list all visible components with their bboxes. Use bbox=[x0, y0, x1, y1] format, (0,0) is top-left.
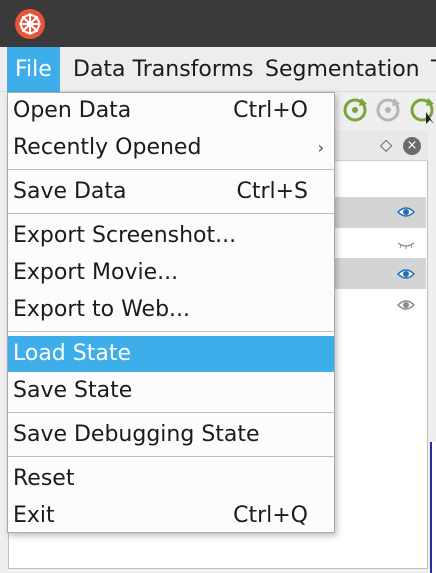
menu-item-label: Export Screenshot... bbox=[13, 223, 237, 248]
menu-data-transforms[interactable]: Data Transforms bbox=[65, 47, 261, 92]
visibility-hidden-icon[interactable] bbox=[397, 236, 415, 250]
menu-item-save-debugging-state[interactable]: Save Debugging State bbox=[8, 417, 334, 453]
menu-separator bbox=[8, 412, 334, 413]
visibility-eye-icon[interactable] bbox=[397, 267, 415, 281]
render-view-edge bbox=[430, 442, 436, 573]
float-panel-icon[interactable]: ◇ bbox=[380, 135, 392, 155]
menu-item-label: Save State bbox=[13, 378, 133, 403]
menu-item-export-screenshot[interactable]: Export Screenshot... bbox=[8, 218, 334, 254]
menu-item-recently-opened[interactable]: Recently Opened › bbox=[8, 130, 334, 166]
menu-item-label: Recently Opened bbox=[13, 135, 202, 160]
menu-separator bbox=[8, 169, 334, 170]
menu-separator bbox=[8, 331, 334, 332]
refresh-cursor-icon[interactable] bbox=[408, 96, 436, 124]
menu-item-label: Reset bbox=[13, 466, 75, 491]
app-logo-icon[interactable] bbox=[14, 8, 46, 40]
menu-item-reset[interactable]: Reset bbox=[8, 461, 334, 497]
refresh-disabled-icon[interactable] bbox=[374, 96, 402, 124]
close-panel-icon[interactable]: × bbox=[403, 137, 421, 155]
menu-item-shortcut: Ctrl+S bbox=[236, 179, 308, 204]
menu-item-label: Save Debugging State bbox=[13, 422, 260, 447]
menu-item-exit[interactable]: Exit Ctrl+Q bbox=[8, 498, 334, 534]
visibility-eye-icon[interactable] bbox=[397, 298, 415, 312]
menu-item-open-data[interactable]: Open Data Ctrl+O bbox=[8, 93, 334, 129]
menu-tools-truncated[interactable]: T bbox=[423, 47, 436, 92]
menu-item-label: Open Data bbox=[13, 98, 132, 123]
menu-bar: File Data Transforms Segmentation T bbox=[0, 47, 436, 92]
menu-segmentation[interactable]: Segmentation bbox=[257, 47, 428, 92]
menu-separator bbox=[8, 213, 334, 214]
menu-item-label: Export Movie... bbox=[13, 260, 179, 285]
menu-item-save-state[interactable]: Save State bbox=[8, 373, 334, 409]
submenu-arrow-icon: › bbox=[317, 138, 324, 157]
visibility-eye-icon[interactable] bbox=[397, 205, 415, 219]
menu-item-load-state[interactable]: Load State bbox=[8, 336, 334, 372]
menu-item-export-movie[interactable]: Export Movie... bbox=[8, 255, 334, 291]
menu-separator bbox=[8, 456, 334, 457]
refresh-icon[interactable] bbox=[341, 96, 369, 124]
menu-item-label: Export to Web... bbox=[13, 297, 191, 322]
file-menu-dropdown: Open Data Ctrl+O Recently Opened › Save … bbox=[7, 92, 335, 533]
menu-item-save-data[interactable]: Save Data Ctrl+S bbox=[8, 174, 334, 210]
menu-file[interactable]: File bbox=[7, 47, 60, 92]
menu-item-export-to-web[interactable]: Export to Web... bbox=[8, 292, 334, 328]
title-bar bbox=[0, 0, 436, 47]
menu-item-shortcut: Ctrl+Q bbox=[233, 503, 308, 528]
menu-item-label: Exit bbox=[13, 503, 55, 528]
menu-item-shortcut: Ctrl+O bbox=[233, 98, 308, 123]
menu-item-label: Load State bbox=[13, 341, 132, 366]
menu-item-label: Save Data bbox=[13, 179, 127, 204]
